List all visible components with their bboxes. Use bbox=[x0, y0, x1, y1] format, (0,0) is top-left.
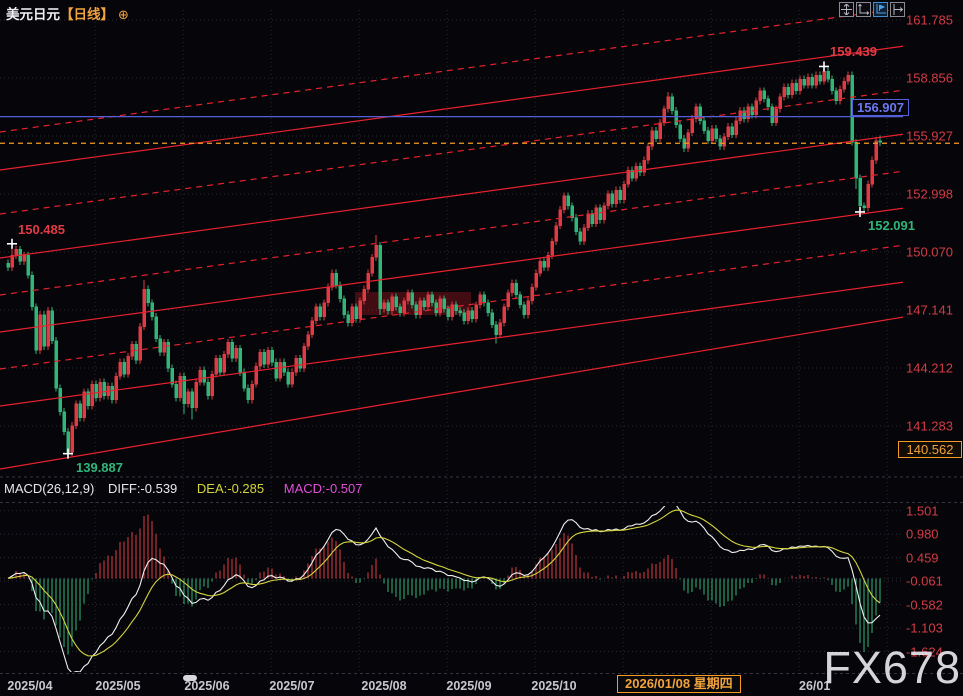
instrument-name: 美元日元 bbox=[6, 7, 60, 22]
price-annotation: 150.485 bbox=[18, 222, 65, 237]
price-axis-label: 161.785 bbox=[906, 13, 953, 28]
blue-level-tag: 156.907 bbox=[852, 99, 909, 116]
macd-dea-value: DEA:-0.285 bbox=[197, 481, 264, 496]
month-label: 2025/04 bbox=[7, 679, 52, 693]
watermark: FX678 bbox=[823, 645, 961, 690]
price-axis-label: 141.283 bbox=[906, 419, 953, 434]
scrollbar-thumb[interactable] bbox=[183, 675, 197, 681]
macd-header: MACD(26,12,9) DIFF:-0.539 DEA:-0.285 MAC… bbox=[4, 481, 363, 496]
macd-title: MACD(26,12,9) bbox=[4, 481, 94, 496]
crosshair-price-box: 140.562 bbox=[898, 441, 962, 458]
price-annotation: 159.439 bbox=[830, 44, 877, 59]
price-axis-label: 144.212 bbox=[906, 360, 953, 375]
price-axis-label: 155.927 bbox=[906, 129, 953, 144]
axis-track-icon bbox=[875, 4, 886, 15]
price-annotation: 139.887 bbox=[76, 460, 123, 475]
month-label: 2025/08 bbox=[361, 679, 406, 693]
chart-title: 美元日元【日线】 ⊕ bbox=[6, 3, 129, 21]
chart-canvas[interactable] bbox=[0, 0, 963, 696]
macd-axis-label: 0.459 bbox=[906, 550, 939, 565]
crosshair-date-box: 2026/01/08 星期四 bbox=[617, 675, 741, 693]
macd-macd-value: MACD:-0.507 bbox=[284, 481, 363, 496]
macd-axis-label: 0.980 bbox=[906, 527, 939, 542]
month-label: 2025/10 bbox=[531, 679, 576, 693]
price-axis-label: 150.070 bbox=[906, 244, 953, 259]
month-label: 2025/06 bbox=[184, 679, 229, 693]
price-axis-label: 158.856 bbox=[906, 71, 953, 86]
macd-axis-label: -1.103 bbox=[906, 621, 943, 636]
macd-diff-value: DIFF:-0.539 bbox=[108, 481, 177, 496]
month-label: 2025/09 bbox=[446, 679, 491, 693]
axis-shift-icon bbox=[892, 4, 903, 15]
macd-axis-label: -0.582 bbox=[906, 597, 943, 612]
period-label: 【日线】 bbox=[60, 7, 114, 22]
axis-toolbar bbox=[839, 2, 905, 17]
axis-scale-tool-button[interactable] bbox=[856, 2, 871, 17]
macd-axis-label: 1.501 bbox=[906, 503, 939, 518]
add-instrument-icon[interactable]: ⊕ bbox=[118, 7, 129, 22]
price-axis-label: 152.998 bbox=[906, 187, 953, 202]
month-label: 2025/05 bbox=[95, 679, 140, 693]
price-annotation: 152.091 bbox=[868, 218, 915, 233]
month-label: 2025/07 bbox=[269, 679, 314, 693]
axis-track-tool-button[interactable] bbox=[873, 2, 888, 17]
axis-scale-icon bbox=[858, 4, 869, 15]
pan-icon bbox=[841, 4, 852, 15]
macd-axis-label: -0.061 bbox=[906, 574, 943, 589]
pan-tool-button[interactable] bbox=[839, 2, 854, 17]
axis-shift-tool-button[interactable] bbox=[890, 2, 905, 17]
price-axis-label: 147.141 bbox=[906, 302, 953, 317]
trading-app: { "header": { "title": "美元日元", "period":… bbox=[0, 0, 963, 696]
